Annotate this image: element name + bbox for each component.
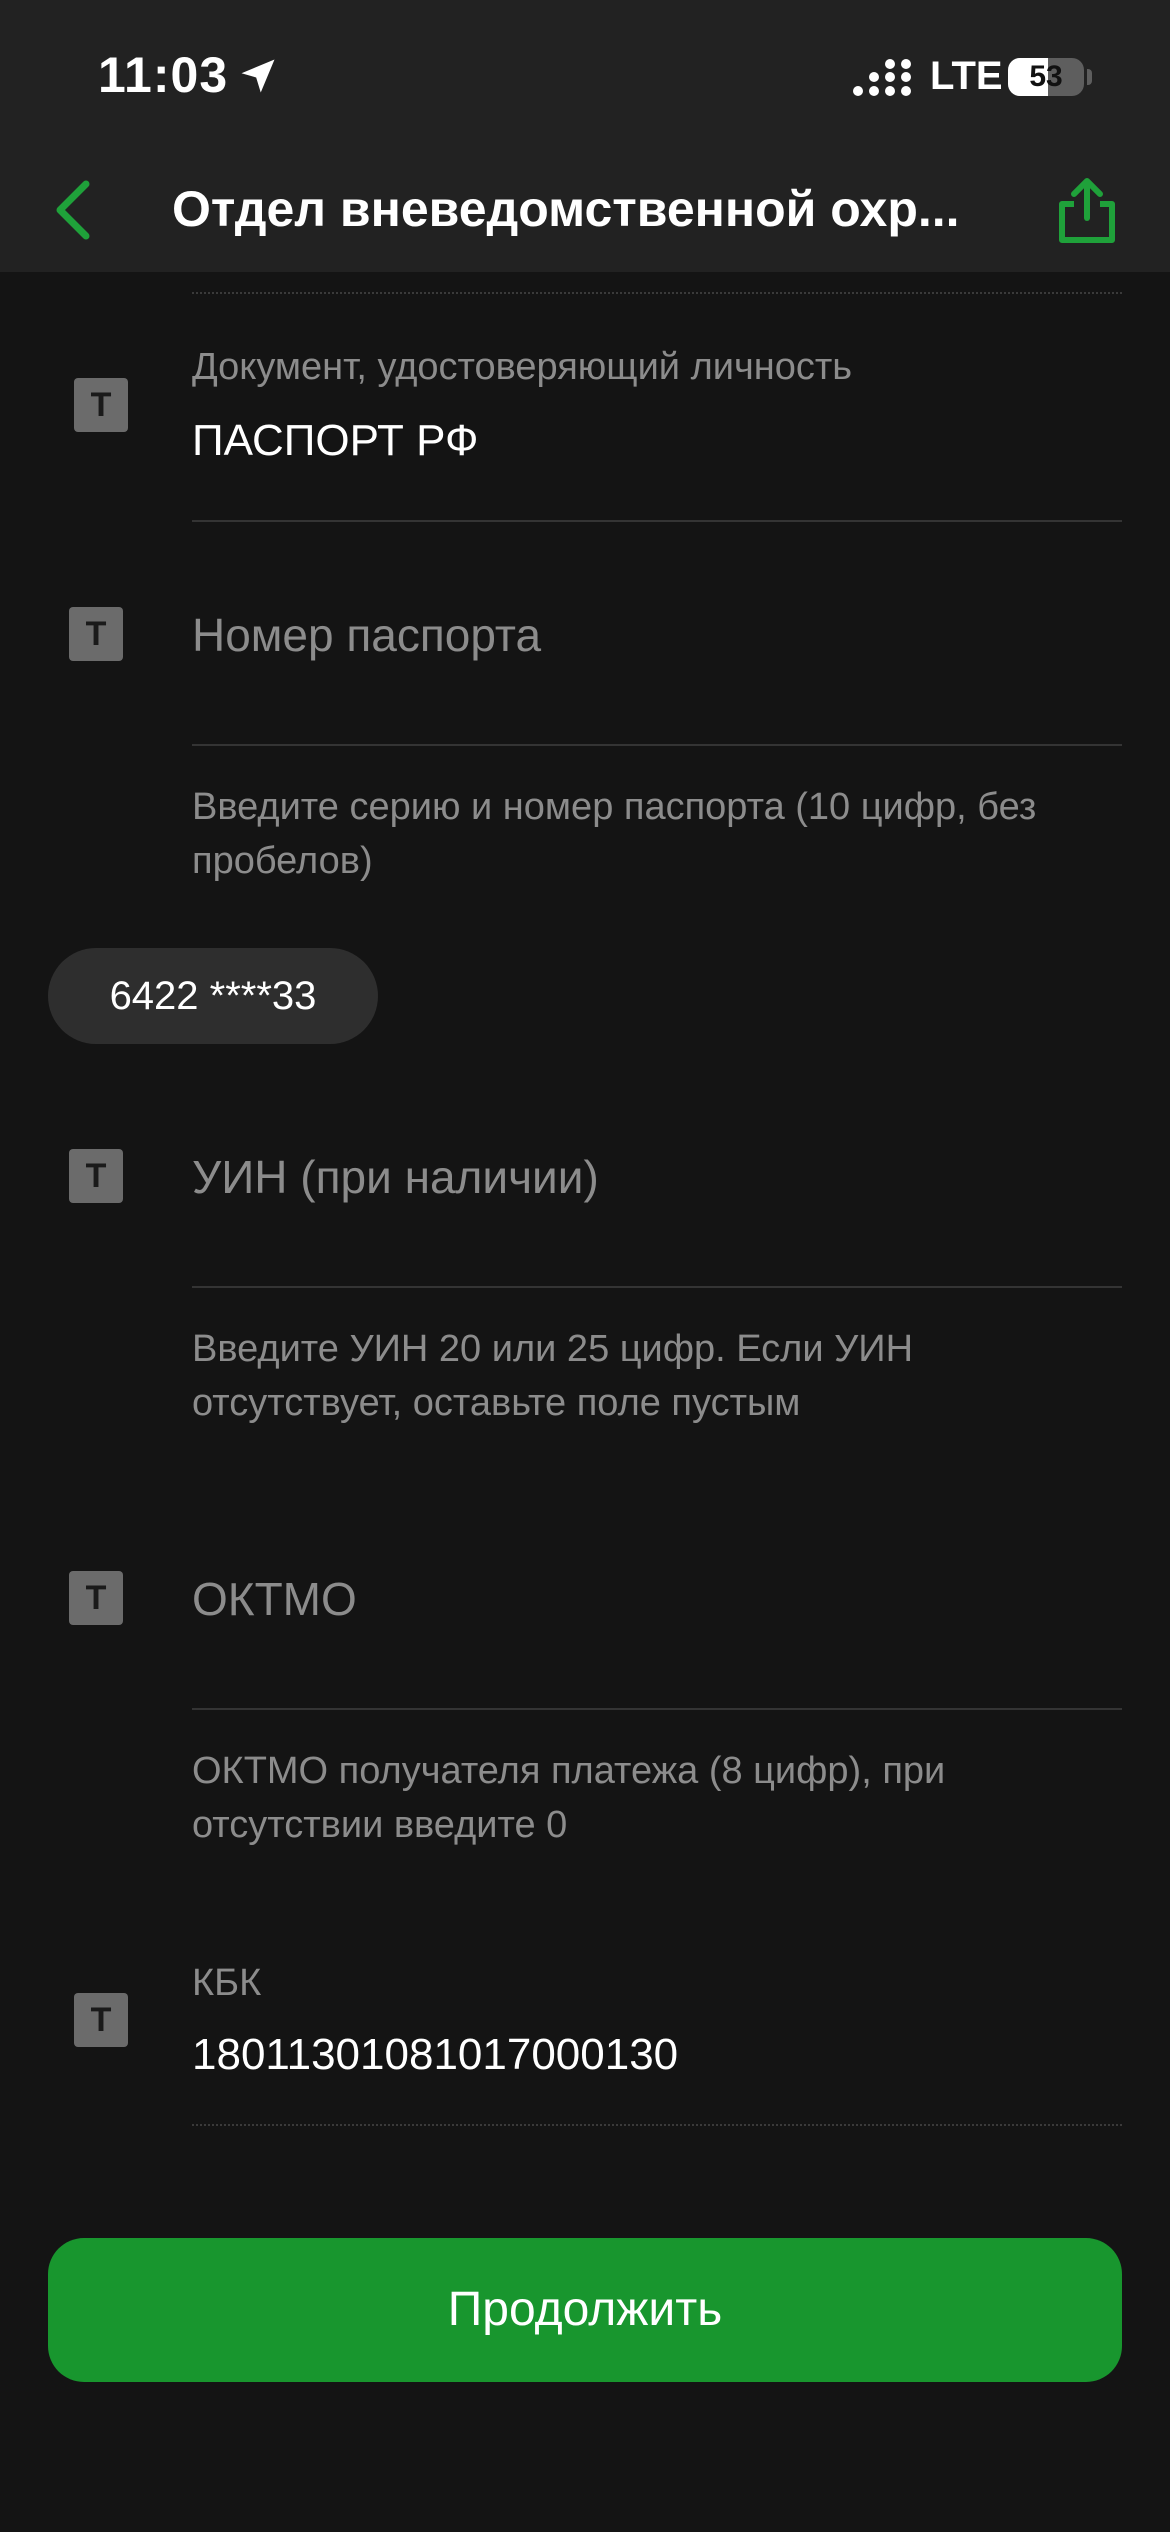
field-underline bbox=[192, 520, 1122, 522]
passport-number-hint: Введите серию и номер паспорта (10 цифр,… bbox=[192, 786, 1037, 882]
battery-icon: 53 bbox=[1008, 58, 1084, 96]
text-field-icon: T bbox=[74, 1993, 128, 2047]
field-underline bbox=[192, 1286, 1122, 1288]
kbk-value[interactable]: 18011301081017000130 bbox=[192, 2030, 678, 2080]
uin-input[interactable]: УИН (при наличии) bbox=[192, 1150, 599, 1204]
document-value[interactable]: ПАСПОРТ РФ bbox=[192, 416, 478, 466]
field-divider bbox=[192, 292, 1122, 294]
document-label: Документ, удостоверяющий личность bbox=[192, 346, 853, 388]
field-divider bbox=[192, 2124, 1122, 2126]
oktmo-input[interactable]: ОКТМО bbox=[192, 1572, 357, 1626]
text-field-icon: T bbox=[69, 607, 123, 661]
nav-bar: Отдел вневедомственной охр... bbox=[0, 150, 1170, 272]
field-underline bbox=[192, 1708, 1122, 1710]
page-title: Отдел вневедомственной охр... bbox=[172, 181, 960, 237]
status-time: 11:03 bbox=[98, 47, 229, 103]
battery-level: 53 bbox=[1029, 60, 1063, 93]
continue-button[interactable]: Продолжить bbox=[48, 2238, 1122, 2382]
text-field-icon: T bbox=[69, 1571, 123, 1625]
kbk-label: КБК bbox=[192, 1962, 262, 2004]
network-type: LTE bbox=[930, 54, 1003, 98]
field-underline bbox=[192, 744, 1122, 746]
status-bar: 11:03 LTE 53 bbox=[0, 0, 1170, 150]
oktmo-hint: ОКТМО получателя платежа (8 цифр), при о… bbox=[192, 1750, 946, 1846]
chevron-left-icon[interactable] bbox=[40, 170, 110, 250]
uin-hint: Введите УИН 20 или 25 цифр. Если УИН отс… bbox=[192, 1328, 914, 1424]
passport-suggestion-chip[interactable]: 6422 ****33 bbox=[48, 948, 378, 1044]
location-arrow-icon bbox=[241, 59, 275, 93]
passport-number-input[interactable]: Номер паспорта bbox=[192, 608, 541, 662]
signal-icon bbox=[853, 59, 911, 96]
share-icon[interactable] bbox=[1052, 170, 1122, 250]
battery-cap bbox=[1087, 69, 1092, 85]
text-field-icon: T bbox=[74, 378, 128, 432]
text-field-icon: T bbox=[69, 1149, 123, 1203]
